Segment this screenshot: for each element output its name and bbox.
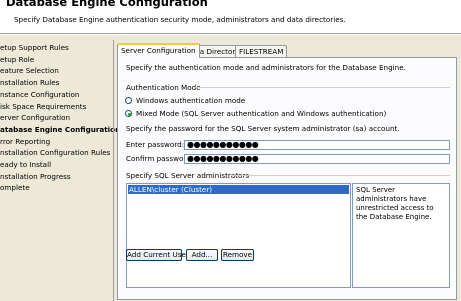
nav-item-complete[interactable]: omplete	[0, 182, 30, 193]
nav-item-database-engine-configuration[interactable]: atabase Engine Configuration	[0, 124, 120, 135]
mixed-mode-label[interactable]: Mixed Mode (SQL Server authentication an…	[136, 109, 386, 118]
radio-selected-dot	[127, 112, 131, 116]
enter-password-field[interactable]: ●●●●●●●●●●●	[184, 140, 450, 150]
admins-listbox[interactable]: ALLEN\cluster (Cluster)	[126, 183, 351, 288]
mixed-mode-radio[interactable]	[125, 110, 132, 117]
add-current-user-button[interactable]: Add Current User	[126, 249, 189, 261]
admins-rule	[231, 175, 450, 176]
nav-item-feature-selection[interactable]: eature Selection	[0, 65, 59, 76]
enter-password-label: Enter password:	[126, 140, 185, 149]
nav-item-ready-to-install[interactable]: eady to Install	[0, 159, 51, 170]
page-title: Database Engine Configuration	[6, 0, 208, 9]
nav-item-disk-space-requirements[interactable]: isk Space Requirements	[0, 101, 86, 112]
nav-divider	[113, 40, 114, 301]
admin-list-item-selected[interactable]: ALLEN\cluster (Cluster)	[128, 185, 349, 194]
installer-window: Database Engine Configuration Specify Da…	[0, 0, 461, 301]
confirm-password-field[interactable]: ●●●●●●●●●●●	[184, 154, 450, 164]
nav-item-instance-configuration[interactable]: nstance Configuration	[0, 89, 79, 100]
admins-info-box: SQL Server administrators have unrestric…	[352, 183, 450, 288]
auth-mode-heading: Authentication Mode	[126, 83, 201, 92]
auth-mode-rule	[194, 87, 450, 88]
remove-button[interactable]: Remove	[221, 249, 254, 261]
nav-item-server-configuration[interactable]: erver Configuration	[0, 112, 70, 123]
nav-item-setup-support-rules[interactable]: etup Support Rules	[0, 42, 69, 53]
windows-auth-radio[interactable]	[125, 97, 132, 104]
nav-item-error-reporting[interactable]: rror Reporting	[0, 136, 50, 147]
tab-server-configuration[interactable]: Server Configuration	[117, 43, 200, 58]
step-navigation: etup Support Rules etup Role eature Sele…	[0, 42, 120, 301]
windows-auth-label[interactable]: Windows authentication mode	[136, 96, 245, 105]
password-heading: Specify the password for the SQL Server …	[126, 124, 400, 133]
page-subtitle: Specify Database Engine authentication s…	[14, 15, 346, 24]
add-button[interactable]: Add...	[186, 249, 218, 261]
page-header: Database Engine Configuration Specify Da…	[0, 0, 461, 33]
intro-text: Specify the authentication mode and admi…	[126, 63, 406, 72]
nav-item-installation-configuration-rules[interactable]: nstallation Configuration Rules	[0, 147, 110, 158]
nav-item-installation-rules[interactable]: nstallation Rules	[0, 77, 59, 88]
nav-item-installation-progress[interactable]: nstallation Progress	[0, 171, 71, 182]
nav-item-setup-role[interactable]: etup Role	[0, 54, 34, 65]
